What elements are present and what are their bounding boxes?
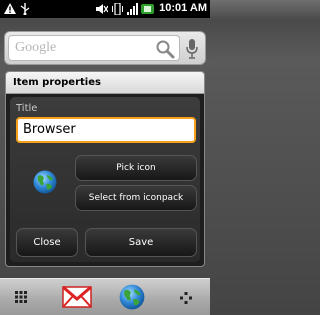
select-from-iconpack-button[interactable]: Select from iconpack (75, 185, 197, 211)
mute-icon (96, 4, 108, 14)
globe-icon (33, 170, 57, 194)
google-logo: Google (15, 40, 57, 55)
search-icon[interactable] (155, 39, 175, 59)
title-label: Title (16, 103, 38, 114)
title-input[interactable]: Browser (16, 117, 196, 143)
warning-icon (4, 3, 16, 14)
signal-icon (127, 3, 138, 15)
app-drawer-icon[interactable] (15, 291, 27, 303)
close-button[interactable]: Close (16, 228, 78, 257)
dialog-title: Item properties (13, 77, 101, 88)
more-icon[interactable] (180, 292, 192, 304)
gmail-icon[interactable] (62, 284, 92, 310)
dialog-header: Item properties (6, 72, 204, 94)
dialog-body: Title Browser Pick icon Select from icon… (10, 97, 200, 262)
vibrate-icon (112, 3, 123, 15)
status-bar: 10:01 AM (0, 0, 210, 18)
microphone-icon[interactable] (185, 38, 199, 60)
clock: 10:01 AM (159, 2, 207, 14)
search-widget[interactable]: Google (4, 31, 206, 65)
search-input[interactable]: Google (8, 35, 180, 61)
battery-icon (141, 4, 154, 14)
browser-globe-icon[interactable] (118, 283, 146, 311)
pick-icon-button[interactable]: Pick icon (75, 155, 197, 181)
save-button[interactable]: Save (85, 228, 197, 257)
item-properties-dialog: Item properties Title Browser Pick icon … (5, 71, 205, 267)
usb-icon (20, 3, 30, 15)
dock (0, 278, 210, 315)
